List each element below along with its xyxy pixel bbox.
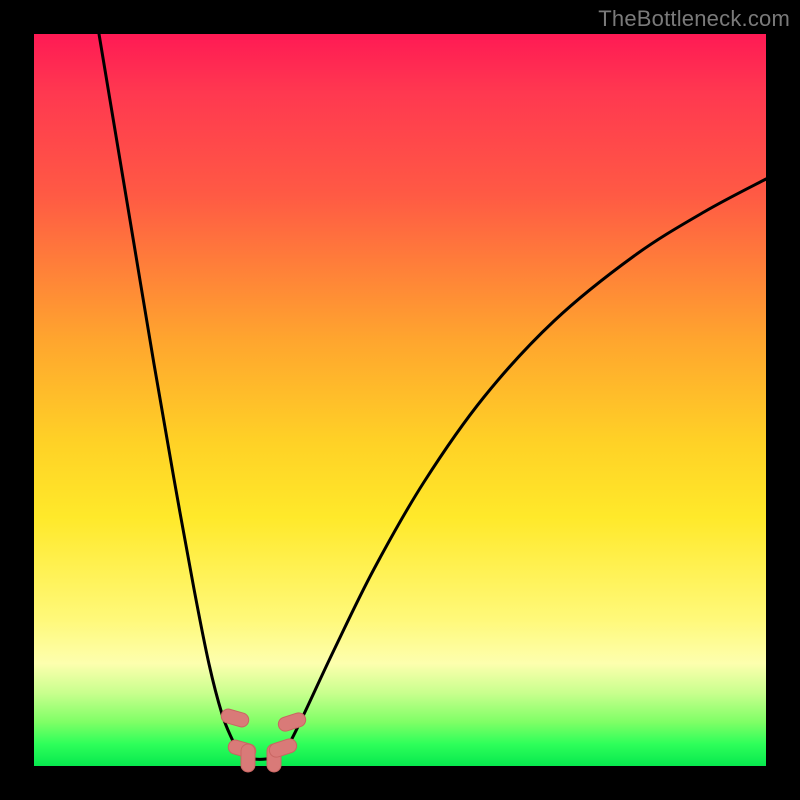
- marker-knee-right-lower: [268, 737, 299, 759]
- watermark-text: TheBottleneck.com: [598, 6, 790, 32]
- marker-valley-left: [241, 744, 255, 772]
- bottleneck-curve-svg: [34, 34, 766, 766]
- plot-area: [34, 34, 766, 766]
- marker-knee-left-upper: [220, 707, 251, 728]
- marker-knee-right-upper: [277, 711, 308, 733]
- chart-frame: TheBottleneck.com: [0, 0, 800, 800]
- bottleneck-curve: [99, 34, 766, 759]
